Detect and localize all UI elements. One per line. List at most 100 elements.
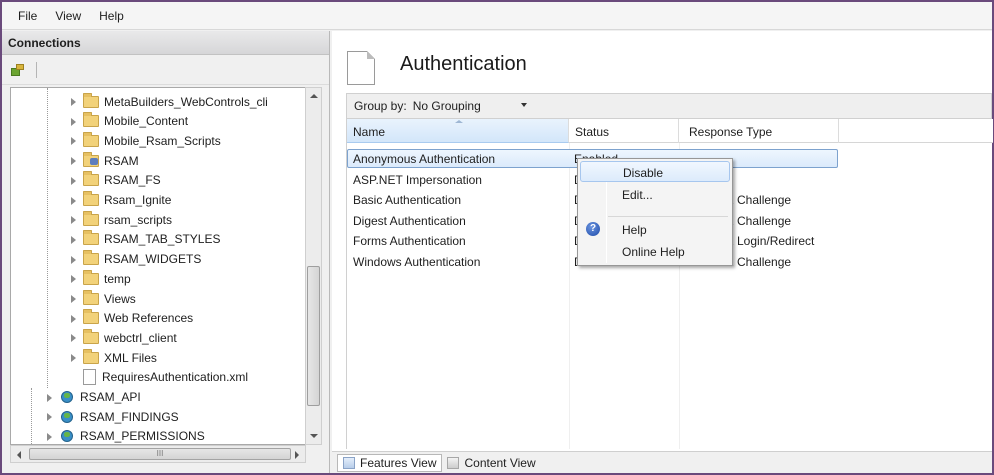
folder-icon [83,210,99,226]
menu-bar: File View Help [2,2,992,30]
tree-item[interactable]: Mobile_Rsam_Scripts [69,131,221,150]
tree-item[interactable]: RSAM_PERMISSIONS [45,427,205,444]
cell-name: Digest Authentication [353,213,466,228]
expand-arrow-icon[interactable] [69,353,78,363]
tree-item[interactable]: MetaBuilders_WebControls_cli [69,92,268,111]
tab-label: Content View [464,455,536,470]
tree-item-label: RSAM_TAB_STYLES [104,232,221,247]
iis-manager-window: File View Help Connections MetaBuilders_… [0,0,994,475]
tree-item-label: RSAM_API [80,390,141,404]
expand-arrow-icon[interactable] [69,294,78,303]
grid-header: Name Status Response Type [347,119,993,143]
page-icon [347,51,375,85]
tree-item-label: RequiresAuthentication.xml [102,370,249,385]
tree-item-label: RSAM [104,153,139,168]
expand-arrow-icon[interactable] [69,235,78,244]
features-view-icon [343,456,355,469]
context-menu-disable[interactable]: Disable [580,161,730,182]
tree-item-label: temp [104,271,131,286]
tree-item[interactable]: RSAM_WIDGETS [69,250,201,269]
tree-item[interactable]: webctrl_client [69,328,177,347]
tree-item[interactable]: Mobile_Content [69,112,188,131]
expand-arrow-icon[interactable] [45,432,54,441]
column-header-name[interactable]: Name [347,119,569,143]
expand-arrow-icon[interactable] [69,196,78,205]
tree-item-label: Views [104,291,136,306]
tree-item[interactable]: RSAM_FINDINGS [45,407,179,426]
expand-arrow-icon[interactable] [45,393,54,402]
expand-arrow-icon[interactable] [69,176,78,185]
tree-vertical-scrollbar[interactable] [305,87,322,445]
tree-horizontal-scrollbar[interactable]: III [10,445,306,463]
view-tabs: Features View Content View [332,451,992,473]
expand-arrow-icon[interactable] [69,314,78,323]
group-by-dropdown[interactable]: No Grouping [413,99,527,113]
menu-help[interactable]: Help [91,7,134,25]
application-folder-icon [83,151,99,167]
scroll-right-icon[interactable] [295,451,299,459]
connect-icon[interactable] [10,62,26,78]
folder-icon [83,289,99,305]
folder-icon [83,269,99,285]
tree-item-label: RSAM_FS [104,173,161,188]
horizontal-scroll-thumb[interactable]: III [29,448,291,460]
group-by-bar: Group by: No Grouping [346,93,992,119]
connections-tree[interactable]: MetaBuilders_WebControls_cli Mobile_Conte… [10,87,306,445]
group-by-value: No Grouping [412,99,481,113]
context-menu-edit[interactable]: Edit... [580,184,730,205]
file-icon [83,369,96,386]
context-menu-label: Help [622,223,647,237]
connections-header: Connections [2,31,329,55]
context-menu-help[interactable]: ? Help [580,219,730,240]
tree-item[interactable]: Views [69,289,136,308]
page-title: Authentication [400,53,527,75]
folder-icon [83,328,99,344]
tree-item[interactable]: rsam_scripts [69,210,172,229]
expand-arrow-icon[interactable] [69,333,78,343]
tab-features-view[interactable]: Features View [337,453,443,472]
tree-item-label: Web References [104,311,194,326]
scroll-left-icon[interactable] [17,451,21,459]
tree-item[interactable]: RequiresAuthentication.xml [69,368,248,387]
scroll-up-icon[interactable] [310,94,318,98]
menu-view[interactable]: View [47,7,91,25]
cell-response-type: 1 Challenge [727,213,792,228]
tree-item[interactable]: Web References [69,309,193,328]
expand-arrow-icon[interactable] [69,97,78,106]
tree-item[interactable]: RSAM_TAB_STYLES [69,230,220,249]
tree-item[interactable]: RSAM_API [45,388,141,407]
expand-arrow-icon[interactable] [69,255,78,264]
cell-response-type: 2 Login/Redirect [727,234,815,248]
tree-item[interactable]: XML Files [69,348,157,367]
expand-arrow-icon[interactable] [69,156,78,166]
chevron-down-icon [520,103,527,107]
column-header-status[interactable]: Status [569,119,679,143]
column-header-response-type[interactable]: Response Type [679,119,839,143]
folder-icon [83,171,99,187]
content-view-icon [447,456,460,469]
tree-item-label: XML Files [104,350,157,365]
tree-item[interactable]: RSAM_FS [69,171,161,190]
folder-icon [83,230,99,246]
cell-response-type: 1 Challenge [727,254,792,269]
tree-item-label: webctrl_client [104,330,177,345]
context-menu-label: Edit... [622,188,653,202]
cell-response-type: 1 Challenge [727,193,792,207]
tree-item[interactable]: Rsam_Ignite [69,191,171,210]
tab-content-view[interactable]: Content View [442,454,540,472]
expand-arrow-icon[interactable] [69,136,78,146]
scroll-down-icon[interactable] [310,434,318,438]
folder-icon [83,348,99,364]
folder-icon [83,112,99,128]
tree-item-label: Mobile_Content [104,114,189,129]
menu-file[interactable]: File [10,7,47,25]
tree-item[interactable]: RSAM [69,151,139,170]
expand-arrow-icon[interactable] [45,412,54,422]
expand-arrow-icon[interactable] [69,215,78,225]
tree-item[interactable]: temp [69,269,131,288]
vertical-scroll-thumb[interactable] [307,266,320,406]
context-menu-online-help[interactable]: Online Help [580,241,730,262]
expand-arrow-icon[interactable] [69,274,78,284]
context-menu-label: Online Help [622,245,685,259]
expand-arrow-icon[interactable] [69,117,78,126]
